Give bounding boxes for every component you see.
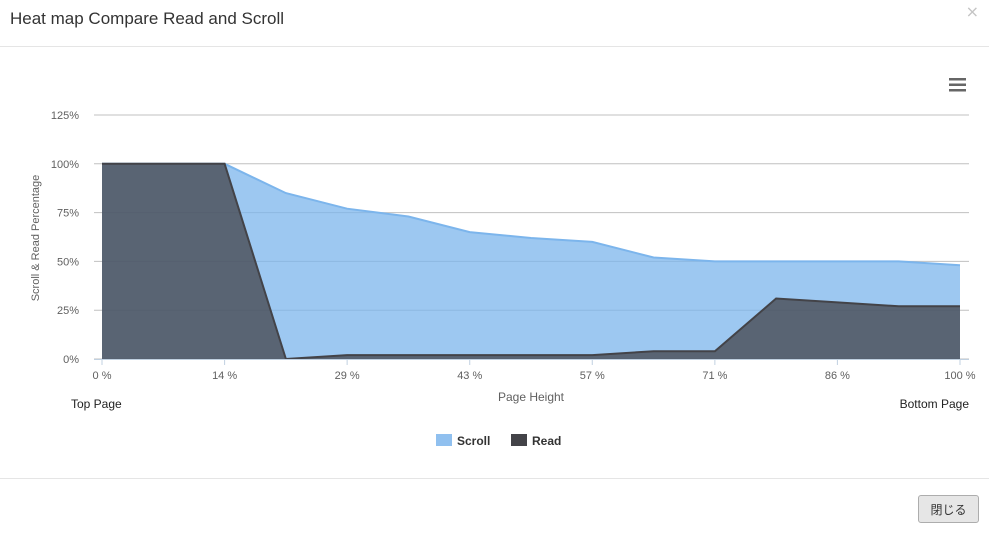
legend-item-read[interactable]: Read [532, 434, 561, 448]
x-tick-label: 14 % [212, 370, 237, 382]
x-axis: 0 % 14 % 29 % 43 % 57 % 71 % 86 % 100 % [93, 359, 976, 382]
legend-item-scroll[interactable]: Scroll [457, 434, 490, 448]
x-tick-label: 0 % [93, 370, 112, 382]
modal-footer: 閉じる [0, 478, 989, 533]
legend-swatch-scroll[interactable] [436, 434, 452, 446]
bottom-page-label: Bottom Page [900, 397, 970, 411]
hamburger-menu-icon[interactable] [945, 74, 969, 96]
y-tick-label: 25% [57, 305, 79, 317]
x-tick-label: 100 % [944, 370, 975, 382]
y-tick-label: 50% [57, 256, 79, 268]
y-tick-label: 0% [63, 354, 79, 366]
series-areas [102, 162, 961, 361]
modal-title: Heat map Compare Read and Scroll [10, 9, 285, 28]
x-tick-label: 43 % [457, 370, 482, 382]
x-axis-title: Page Height [498, 390, 565, 404]
legend-swatch-read[interactable] [511, 434, 527, 446]
y-tick-label: 125% [51, 110, 79, 122]
close-button[interactable]: 閉じる [918, 495, 979, 523]
y-axis: 0% 25% 50% 75% 100% 125% [51, 110, 79, 366]
area-chart: 0 % 14 % 29 % 43 % 57 % 71 % 86 % 100 % 0% 25% 50… [30, 74, 976, 448]
y-tick-label: 75% [57, 208, 79, 220]
x-tick-label: 29 % [335, 370, 360, 382]
close-icon[interactable]: × [966, 3, 979, 21]
y-axis-title: Scroll & Read Percentage [30, 175, 42, 302]
x-tick-label: 57 % [580, 370, 605, 382]
top-page-label: Top Page [71, 397, 122, 411]
y-tick-label: 100% [51, 159, 79, 171]
modal-header: Heat map Compare Read and Scroll × [0, 0, 989, 47]
legend: Scroll Read [436, 434, 561, 448]
x-tick-label: 71 % [702, 370, 727, 382]
x-tick-label: 86 % [825, 370, 850, 382]
